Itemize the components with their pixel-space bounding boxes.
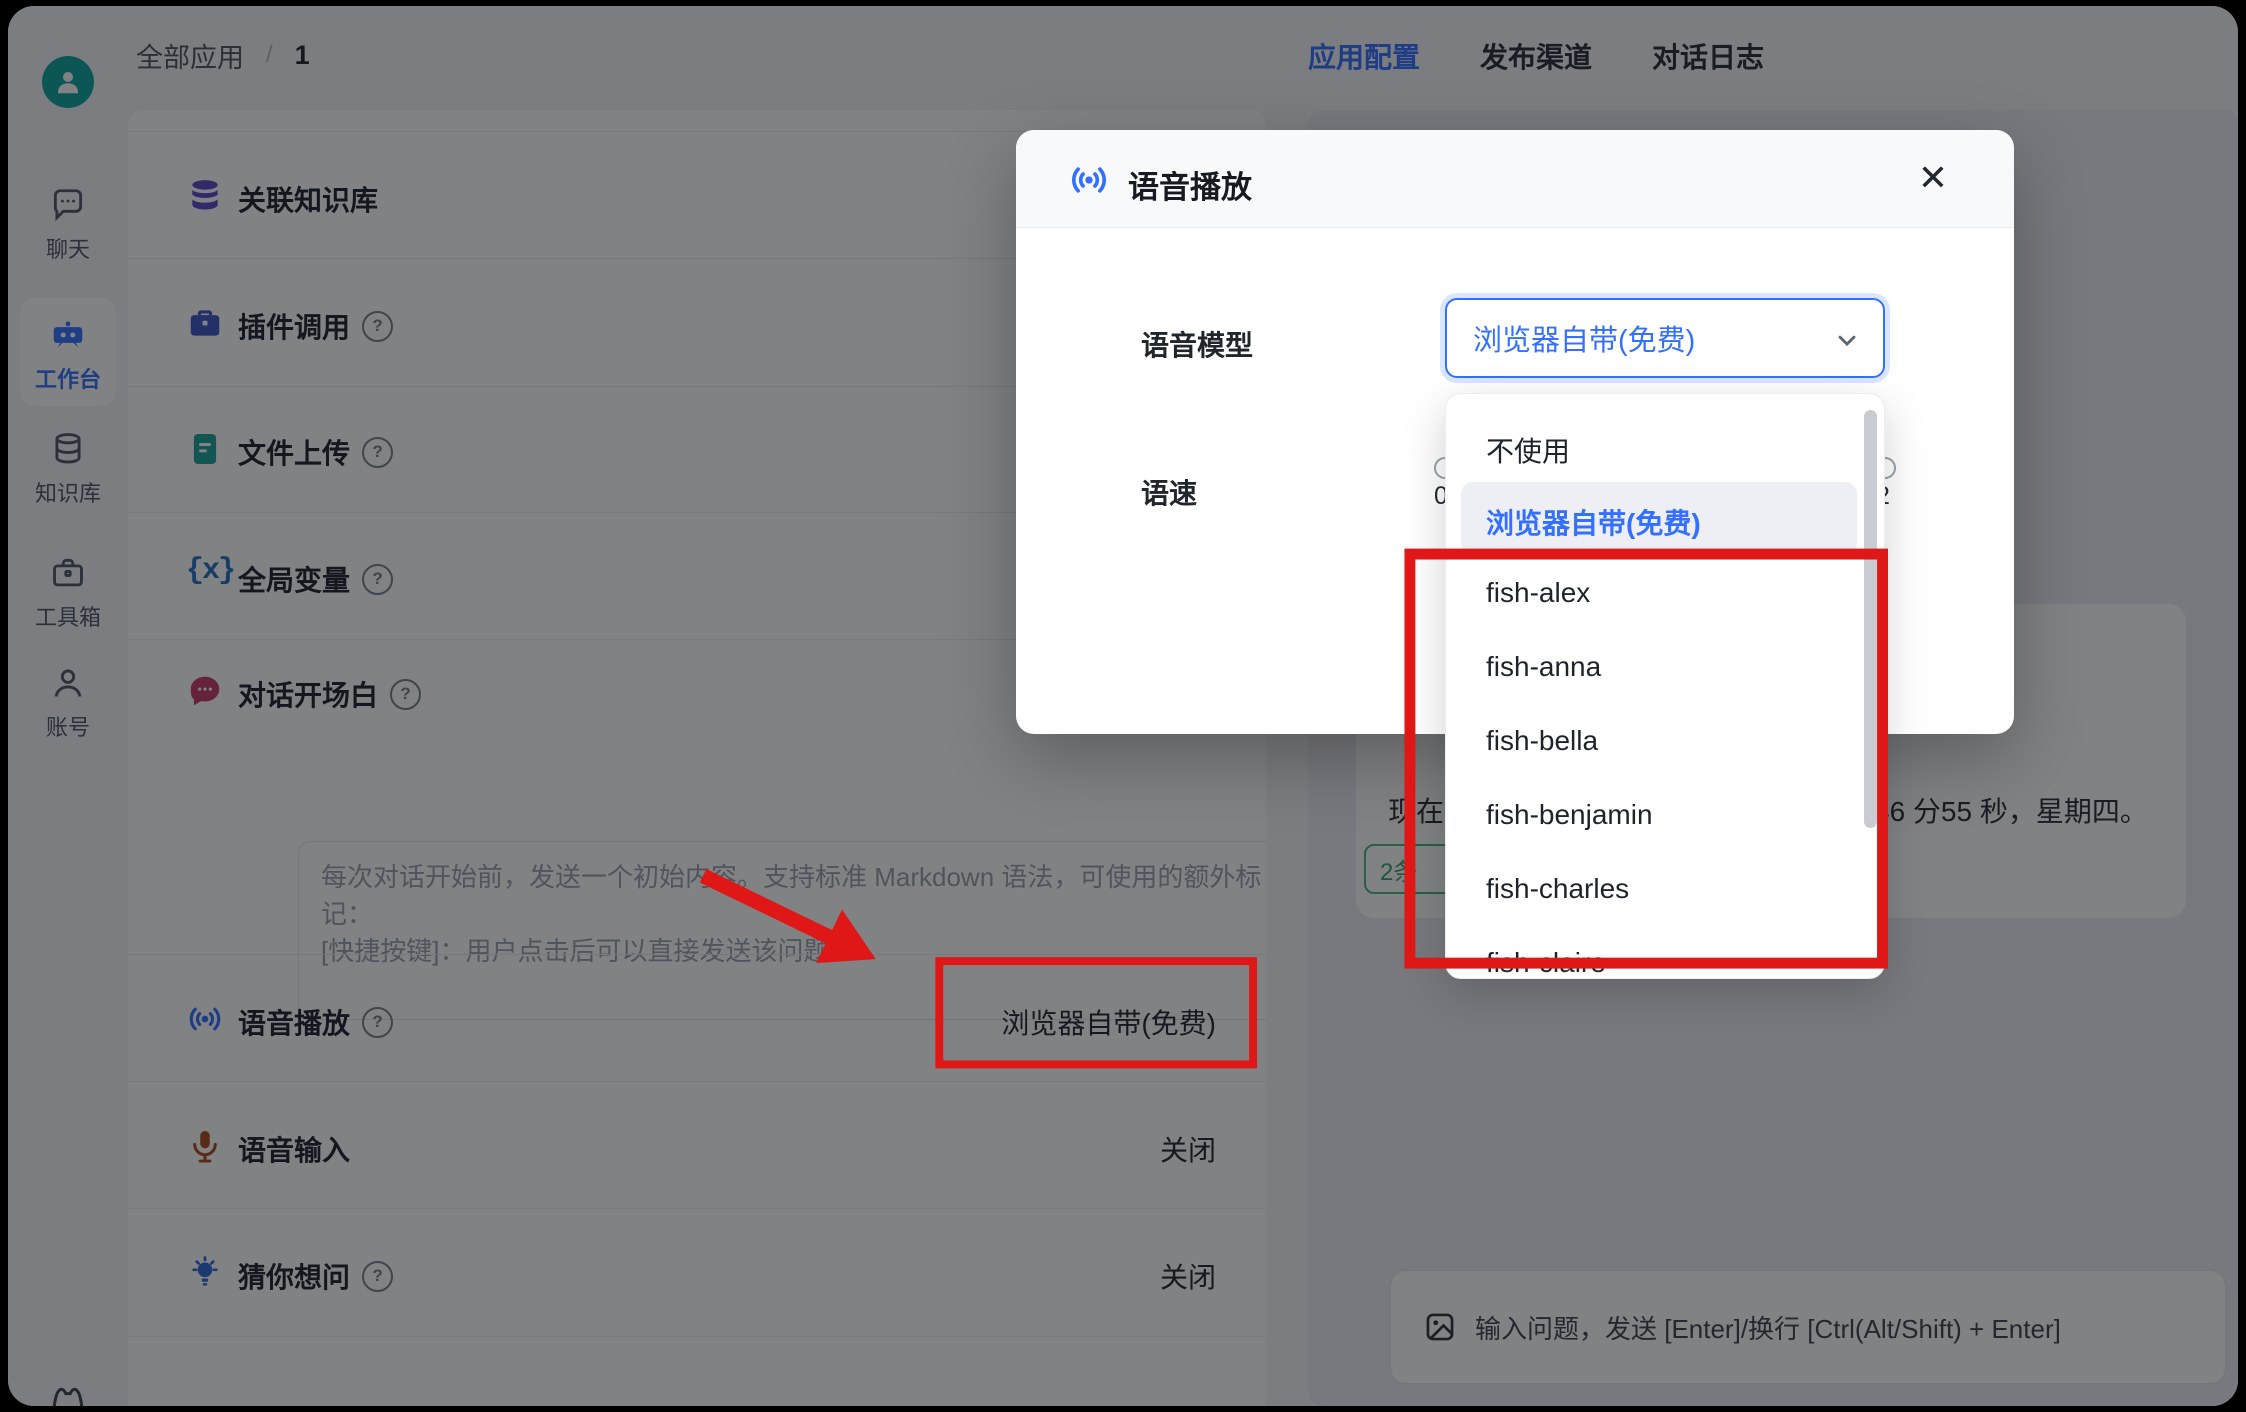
speed-label: 语速 (1141, 472, 1197, 512)
screenshot-root: 全部应用 / 1 应用配置 发布渠道 对话日志 聊天 (0, 0, 2246, 1412)
dropdown-option[interactable]: fish-claire (1486, 947, 1606, 979)
voice-model-dropdown: 不使用 浏览器自带(免费) fish-alex fish-anna fish-b… (1445, 393, 1885, 979)
dropdown-option[interactable]: fish-anna (1486, 651, 1601, 683)
modal-header: 语音播放 ✕ (1016, 130, 2014, 228)
voice-model-value: 浏览器自带(免费) (1473, 317, 1695, 359)
app-window: 全部应用 / 1 应用配置 发布渠道 对话日志 聊天 (8, 6, 2238, 1406)
dropdown-option[interactable]: fish-alex (1486, 577, 1590, 609)
voice-model-select[interactable]: 浏览器自带(免费) (1445, 298, 1885, 378)
dropdown-option[interactable]: 不使用 (1486, 430, 1570, 470)
voice-wave-icon (1068, 159, 1110, 201)
dropdown-option-selected[interactable]: 浏览器自带(免费) (1486, 502, 1701, 542)
chevron-down-icon (1833, 326, 1861, 354)
voice-model-label: 语音模型 (1141, 324, 1253, 364)
dropdown-option[interactable]: fish-bella (1486, 725, 1598, 757)
dropdown-scrollbar[interactable] (1864, 410, 1877, 828)
modal-title: 语音播放 (1128, 162, 1252, 207)
dropdown-option[interactable]: fish-benjamin (1486, 799, 1653, 831)
dropdown-option[interactable]: fish-charles (1486, 873, 1629, 905)
close-icon[interactable]: ✕ (1918, 160, 1948, 196)
